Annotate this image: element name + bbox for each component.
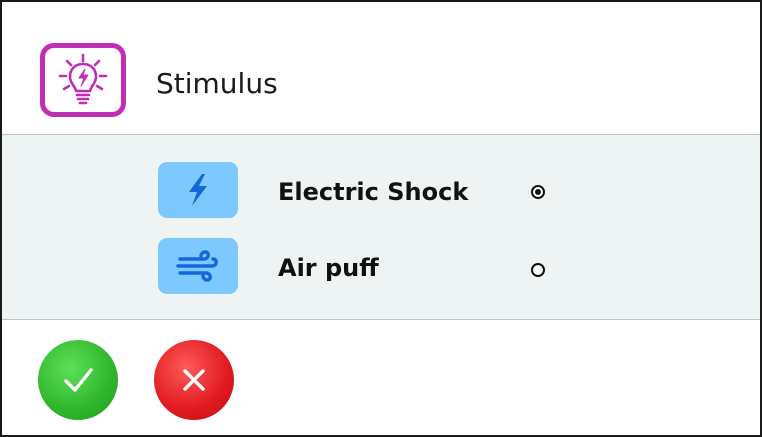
- radio-selected-dot: [535, 189, 541, 195]
- radio-air-puff[interactable]: [531, 263, 545, 277]
- checkmark-icon: [64, 368, 93, 392]
- cancel-button[interactable]: [154, 340, 234, 420]
- lightning-icon: [158, 162, 238, 218]
- confirm-button[interactable]: [38, 340, 118, 420]
- radio-electric-shock[interactable]: [531, 185, 545, 199]
- option-label: Electric Shock: [278, 178, 469, 206]
- wind-icon: [158, 238, 238, 294]
- lightbulb-icon: [40, 43, 126, 117]
- option-label: Air puff: [278, 254, 379, 282]
- dialog-header: Stimulus: [2, 2, 760, 135]
- dialog-title: Stimulus: [156, 67, 278, 100]
- x-icon: [183, 369, 205, 391]
- stimulus-options: Electric Shock Air puff: [2, 135, 760, 320]
- stimulus-dialog: Stimulus Electric Shock Air puff: [0, 0, 762, 437]
